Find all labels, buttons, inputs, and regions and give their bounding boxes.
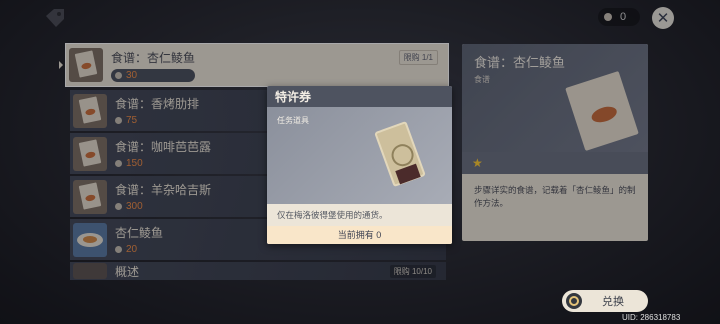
currency-value: 0 [620,11,627,23]
item-price: 150 [115,158,211,169]
item-price: 20 [115,244,163,255]
item-label: 食谱：咖啡芭芭露 [115,140,212,154]
item-label: 概述 [115,264,140,279]
owned-count: 当前拥有 0 [267,226,452,244]
item-label: 食谱：香烤肋排 [115,97,200,111]
dish-thumb-icon [73,222,107,257]
item-tooltip-popup: 特许券 任务道具 仅在梅洛彼得堡使用的通货。 当前拥有 0 [267,86,452,244]
item-label: 食谱：羊杂哈吉斯 [115,183,212,197]
purchase-limit: 限购 1/1 [398,50,438,65]
detail-category: 食谱 [474,75,490,84]
rarity-star-icon: ★ [462,152,648,174]
recipe-thumb-icon [73,93,107,128]
popup-description: 仅在梅洛彼得堡使用的通货。 [277,210,388,220]
item-thumb-icon [73,263,107,279]
popup-category: 任务道具 [277,116,309,125]
close-button[interactable]: ✕ [652,7,674,29]
list-item[interactable]: 食谱：杏仁鲮鱼 30 限购 1/1 [65,43,449,87]
popup-title: 特许券 [267,86,452,107]
item-label: 食谱：杏仁鲮鱼 [111,50,196,65]
recipe-scroll-icon [565,70,639,152]
item-detail-panel: 食谱：杏仁鲮鱼 食谱 ★ 步骤详实的食谱，记载着「杏仁鲮鱼」的制作方法。 [462,44,648,241]
item-price: 75 [115,115,199,126]
detail-title: 食谱：杏仁鲮鱼 [474,55,566,70]
uid-label: UID: 286318783 [622,313,681,322]
item-price: 300 [115,201,211,212]
shop-tag-icon [44,8,66,28]
recipe-thumb-icon [69,48,103,82]
ticket-coin-icon [604,13,612,21]
selection-pointer-icon [59,61,63,69]
currency-display: 0 [598,8,640,26]
exchange-button[interactable]: 兑换 [562,290,648,312]
exchange-label: 兑换 [602,296,624,308]
purchase-limit: 限购 10/10 [389,265,436,278]
item-price: 30 [111,68,196,82]
item-label: 杏仁鲮鱼 [115,226,164,240]
recipe-thumb-icon [73,136,107,171]
confirm-circle-icon [566,293,582,309]
list-item[interactable]: 概述 限购 10/10 [70,262,446,280]
recipe-thumb-icon [73,179,107,214]
detail-description: 步骤详实的食谱，记载着「杏仁鲮鱼」的制作方法。 [474,185,636,208]
